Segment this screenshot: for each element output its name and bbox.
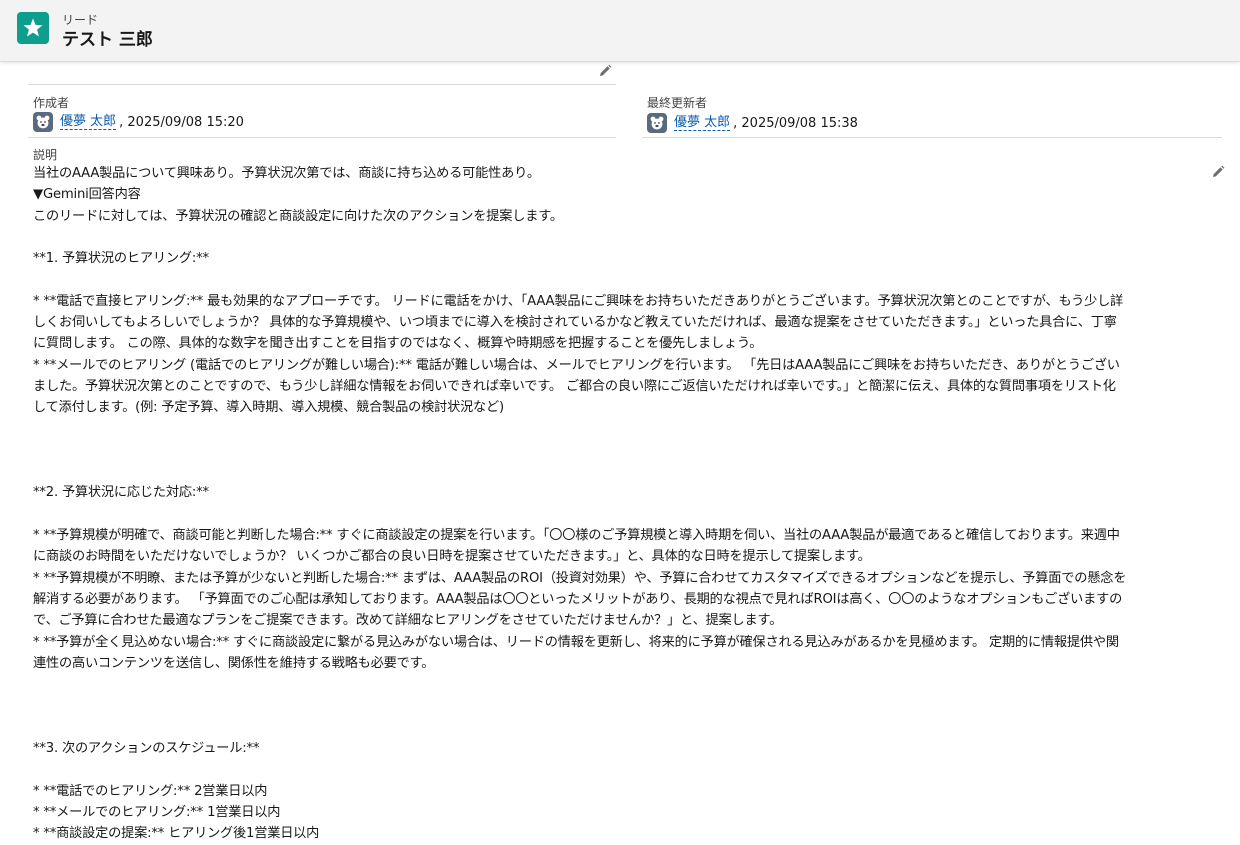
description-line: * **予算が全く見込めない場合:** すぐに商談設定に繋がる見込みがない場合は… [33, 634, 1119, 650]
field-divider [28, 137, 616, 138]
record-header: リード テスト 三郎 [0, 0, 1240, 62]
description-line: * **予算規模が不明瞭、または予算が少ないと判断した場合:** まずは、AAA… [33, 570, 1127, 586]
bear-avatar-icon [33, 112, 53, 132]
section-divider [28, 84, 616, 85]
description-line [33, 674, 1208, 695]
created-by-field: 優夢 太郎 , 2025/09/08 15:20 [33, 111, 244, 133]
description-line [33, 440, 1208, 461]
description-line: ▼Gemini回答内容 [33, 187, 141, 203]
description-line [33, 504, 1208, 525]
description-label: 説明 [33, 148, 58, 162]
description-line: * **メールでのヒアリング:** 1営業日以内 [33, 804, 281, 820]
created-by-user-link[interactable]: 優夢 太郎 [60, 114, 117, 130]
description-line [33, 461, 1208, 482]
description-line: に商談のお時間をいただけないでしょうか？ いくつかご都合の良い日時を提案させてい… [33, 549, 871, 565]
description-line: に質問します。 この際、具体的な数字を聞き出すことを目指すのではなく、概算や時期… [33, 336, 763, 352]
description-line [33, 269, 1208, 290]
description-line: 連性の高いコンテンツを送信し、関係性を維持する戦略も必要です。 [33, 655, 435, 671]
description-line: * **予算規模が明確で、商談可能と判断した場合:** すぐに商談設定の提案を行… [33, 528, 1120, 544]
description-text: 当社のAAA製品について興味あり。予算状況次第では、商談に持ち込める可能性あり。… [33, 163, 1208, 845]
lead-star-icon [17, 12, 49, 44]
created-date: , 2025/09/08 15:20 [119, 114, 244, 130]
description-line: **1. 予算状況のヒアリング:** [33, 251, 209, 267]
description-line [33, 227, 1208, 248]
pencil-icon[interactable] [1211, 164, 1225, 178]
description-line: このリードに対しては、予算状況の確認と商談設定に向けた次のアクションを提案します… [33, 208, 563, 224]
description-line [33, 717, 1208, 738]
description-line: ました。予算状況次第とのことですので、もう少し詳細な情報をお伺いできれば幸いです… [33, 378, 1116, 394]
record-name: テスト 三郎 [62, 30, 153, 50]
description-line: * **電話で直接ヒアリング:** 最も効果的なアプローチです。 リードに電話を… [33, 293, 1124, 309]
description-line: * **電話でのヒアリング:** 2営業日以内 [33, 783, 268, 799]
description-line [33, 759, 1208, 780]
last-modified-by-field: 優夢 太郎 , 2025/09/08 15:38 [647, 112, 858, 134]
description-line [33, 419, 1208, 440]
description-line: 当社のAAA製品について興味あり。予算状況次第では、商談に持ち込める可能性あり。 [33, 166, 540, 181]
description-line: して添付します。(例: 予定予算、導入時期、導入規模、競合製品の検討状況など) [33, 400, 504, 416]
description-line: **3. 次のアクションのスケジュール:** [33, 741, 260, 757]
description-line: しくお伺いしてもよろしいでしょうか？ 具体的な予算規模や、いつ頃までに導入を検討… [33, 315, 1117, 331]
last-modified-date: , 2025/09/08 15:38 [733, 115, 858, 131]
last-modified-user-link[interactable]: 優夢 太郎 [674, 115, 731, 131]
pencil-icon[interactable] [598, 63, 612, 77]
description-line: で、ご予算に合わせた最適なプランをご提案できます。改めて詳細なヒアリングをさせて… [33, 613, 783, 629]
description-line: **2. 予算状況に応じた対応:** [33, 485, 209, 501]
created-by-label: 作成者 [33, 96, 70, 110]
description-line: 解消する必要があります。 「予算面でのご心配は承知しております。AAA製品は〇〇… [33, 591, 1123, 607]
description-line [33, 695, 1208, 716]
last-modified-by-label: 最終更新者 [647, 96, 708, 110]
field-divider [642, 137, 1222, 138]
bear-avatar-icon [647, 113, 667, 133]
description-line: * **メールでのヒアリング (電話でのヒアリングが難しい場合):** 電話が難… [33, 357, 1120, 373]
description-line: * **商談設定の提案:** ヒアリング後1営業日以内 [33, 826, 320, 842]
